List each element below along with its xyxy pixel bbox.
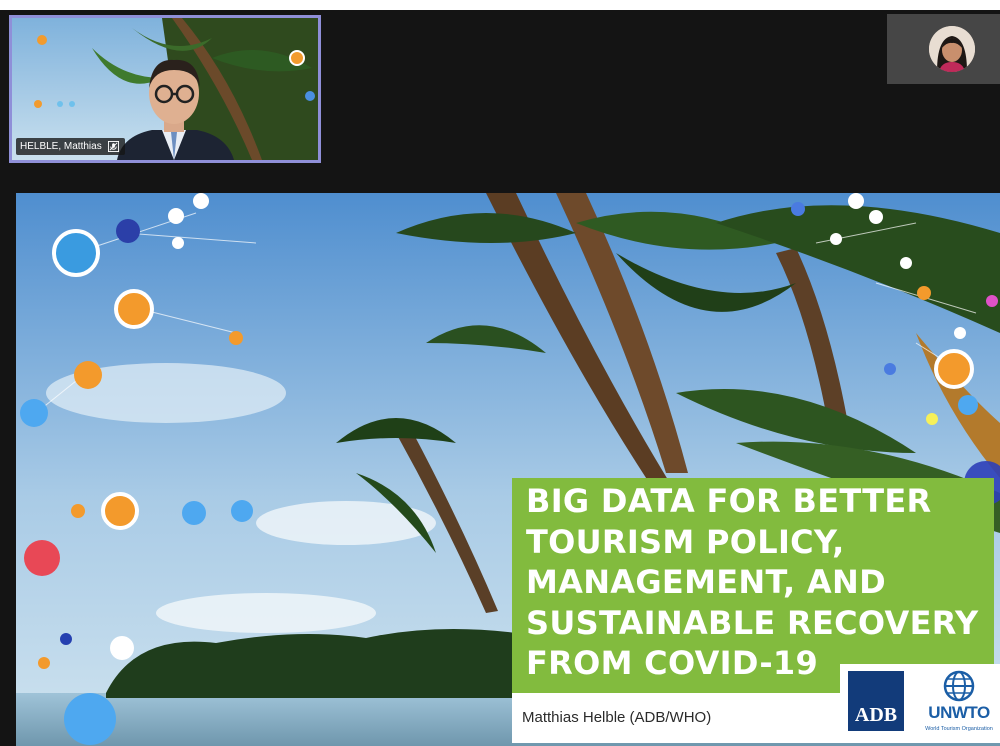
slide-title: BIG DATA FOR BETTER TOURISM POLICY, MANA… [526,482,979,682]
self-view-tile[interactable] [887,14,1000,84]
window-top-edge [0,0,1000,10]
participant-name: HELBLE, Matthias [20,141,102,152]
participant-video-tile[interactable]: HELBLE, Matthias [9,15,321,163]
mic-off-icon [107,141,119,152]
adb-logo-text: ADB [854,704,898,726]
participant-avatar [929,26,975,72]
unwto-logo-subtitle: World Tourism Organization [925,726,993,732]
participant-name-tag: HELBLE, Matthias [16,138,125,155]
adb-logo: ADB [848,671,904,731]
presenter-name: Matthias Helble (ADB/WHO) [522,709,712,726]
unwto-logo-text: UNWTO [928,703,990,722]
shared-presentation-slide: BIG DATA FOR BETTER TOURISM POLICY, MANA… [16,193,1000,746]
